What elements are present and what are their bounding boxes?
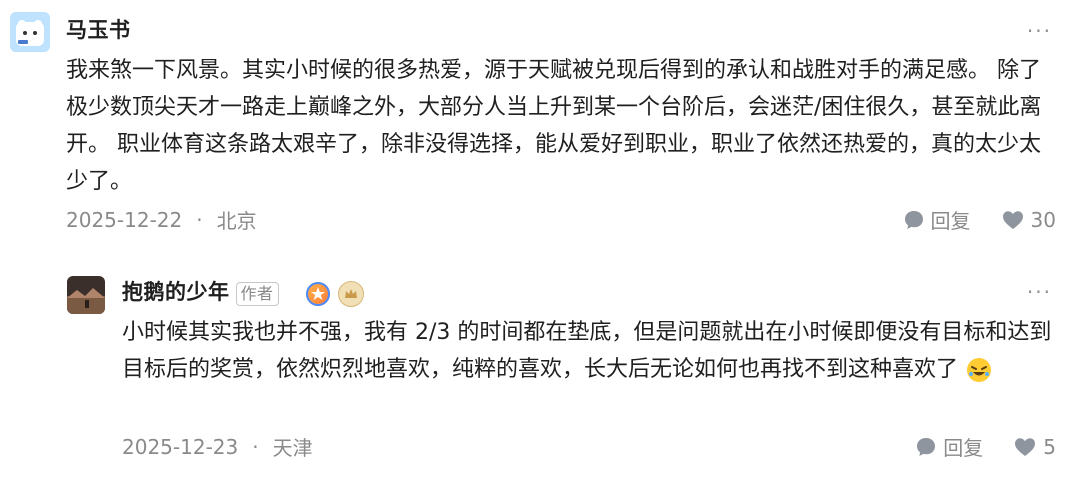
chat-bubble-icon (917, 437, 936, 456)
reply-actions: 回复 5 (915, 432, 1056, 461)
author-name-text: 抱鹅的少年 (122, 280, 230, 304)
comment-actions: 回复 30 (903, 205, 1056, 234)
comment-location: 北京 (216, 209, 257, 233)
rofl-emoji-icon (965, 356, 993, 384)
comment-1: 马玉书 ··· 我来煞一下风景。其实小时候的很多热爱，源于天赋被兑现后得到的承认… (0, 0, 1080, 250)
reply-date: 2025-12-23 (122, 434, 239, 459)
like-count-2: 5 (1043, 434, 1056, 459)
rofl-emoji-glyph (967, 358, 992, 382)
user-avatar-1[interactable] (10, 12, 50, 52)
reply-label-2: 回复 (943, 436, 984, 460)
chat-bubble-icon (904, 210, 923, 229)
user-avatar-2[interactable] (67, 276, 105, 314)
author-name-2[interactable]: 抱鹅的少年 作者 (122, 276, 279, 306)
reply-text: 小时候其实我也并不强，我有 2/3 的时间都在垫底，但是问题就出在小时候即便没有… (122, 314, 1057, 388)
reply-button[interactable]: 回复 (903, 205, 971, 234)
user-badges (306, 281, 372, 307)
more-options-button[interactable]: ··· (1027, 19, 1052, 43)
reply-text-content: 小时候其实我也并不强，我有 2/3 的时间都在垫底，但是问题就出在小时候即便没有… (122, 320, 1052, 382)
more-options-button-2[interactable]: ··· (1027, 280, 1052, 304)
meta-separator-2: · (252, 434, 259, 459)
comment-meta: 2025-12-22 · 北京 (66, 205, 257, 234)
like-count: 30 (1030, 207, 1056, 232)
comment-date: 2025-12-22 (66, 207, 183, 232)
crown-glyph (345, 289, 357, 298)
reply-meta: 2025-12-23 · 天津 (122, 432, 313, 461)
comment-text: 我来煞一下风景。其实小时候的很多热爱，源于天赋被兑现后得到的承认和战胜对手的满足… (66, 58, 1042, 194)
meta-separator: · (196, 207, 203, 232)
author-name[interactable]: 马玉书 (66, 14, 131, 44)
author-tag: 作者 (235, 282, 279, 306)
like-button-2[interactable]: 5 (1013, 435, 1056, 459)
like-button[interactable]: 30 (1001, 208, 1056, 232)
crown-badge-icon[interactable] (338, 281, 364, 307)
landscape-avatar-icon (67, 276, 105, 314)
star-glyph (311, 287, 325, 300)
reply-label: 回复 (930, 209, 971, 233)
heart-icon (1002, 210, 1023, 229)
bear-avatar-icon (10, 12, 50, 52)
reply-button-2[interactable]: 回复 (915, 432, 983, 461)
heart-icon (1015, 437, 1036, 456)
star-badge-icon[interactable] (306, 282, 330, 306)
reply-location: 天津 (272, 436, 313, 460)
